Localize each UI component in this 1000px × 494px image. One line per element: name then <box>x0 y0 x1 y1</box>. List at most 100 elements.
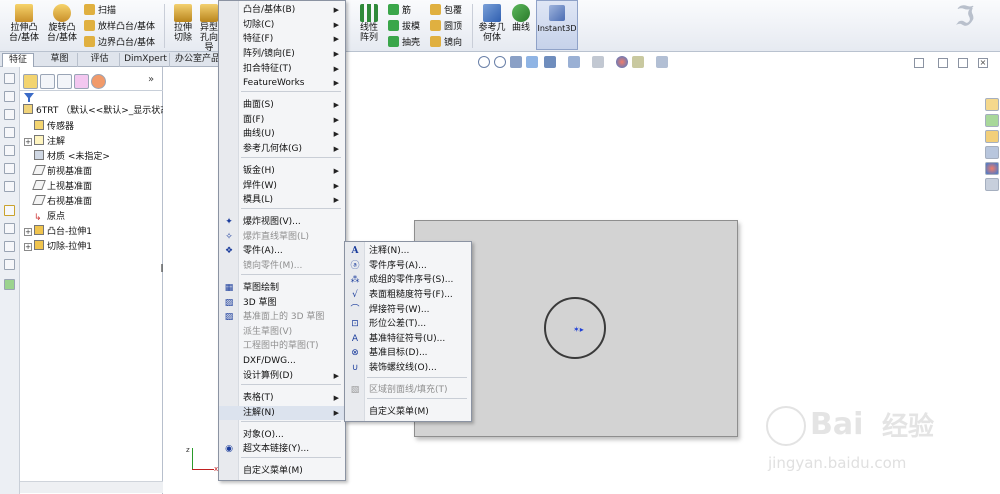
feature-manager-icon[interactable] <box>23 74 38 89</box>
tree-item-annotations[interactable]: + 注解 <box>24 135 65 150</box>
custom-properties-icon[interactable] <box>985 178 999 191</box>
tab-evaluate[interactable]: 评估 <box>80 53 120 67</box>
insert-menu-item[interactable]: ✧ 爆炸直线草图(L) <box>219 230 345 244</box>
annotation-menu-item[interactable]: ∪ 装饰螺纹线(O)... <box>345 361 471 375</box>
view-icon[interactable] <box>4 73 15 84</box>
annotation-menu-item[interactable]: ⓐ 零件序号(A)... <box>345 259 471 273</box>
zoom-area-icon[interactable] <box>494 56 506 68</box>
insert-menu-item[interactable]: 设计算例(D) ▶ <box>219 369 345 383</box>
view-icon[interactable] <box>4 181 15 192</box>
revolve-boss-button[interactable]: 旋转凸台/基体 <box>44 4 80 43</box>
design-library-icon[interactable] <box>985 114 999 127</box>
annotation-menu-item[interactable]: A 注释(N)... <box>345 244 471 258</box>
cut-extrude-button[interactable]: 拉伸切除 <box>168 4 198 43</box>
insert-menu-item[interactable]: ▨ 基准面上的 3D 草图 <box>219 310 345 324</box>
sweep-button[interactable]: 扫描 <box>84 4 116 17</box>
tree-horizontal-scrollbar[interactable] <box>20 481 163 493</box>
insert-menu-item[interactable]: 表格(T) ▶ <box>219 391 345 405</box>
curves-button[interactable]: 曲线 <box>508 4 534 33</box>
view-icon[interactable] <box>4 109 15 120</box>
appearances-icon[interactable] <box>985 162 999 175</box>
sketch-icon[interactable] <box>4 259 15 270</box>
view-orientation-icon[interactable] <box>544 56 556 68</box>
view-icon[interactable] <box>4 145 15 156</box>
draft-button[interactable]: 拔模 <box>388 20 420 33</box>
insert-menu-item[interactable]: 参考几何体(G) ▶ <box>219 142 345 156</box>
view-palette-icon[interactable] <box>985 146 999 159</box>
hide-show-icon[interactable] <box>592 56 604 68</box>
loft-boss-button[interactable]: 放样凸台/基体 <box>84 20 155 33</box>
previous-view-icon[interactable] <box>510 56 522 68</box>
section-view-icon[interactable] <box>526 56 538 68</box>
insert-menu-item[interactable]: 切除(C) ▶ <box>219 18 345 32</box>
sketch-icon[interactable] <box>4 223 15 234</box>
insert-menu-item[interactable]: 镜向零件(M)... <box>219 259 345 273</box>
tree-item-sensors[interactable]: 传感器 <box>24 120 74 135</box>
insert-menu-item[interactable]: ◉ 超文本链接(Y)... <box>219 442 345 456</box>
sketch-icon[interactable] <box>4 241 15 252</box>
insert-menu-item[interactable]: ✦ 爆炸视图(V)... <box>219 215 345 229</box>
reference-geometry-button[interactable]: 参考几何体 <box>476 4 508 43</box>
annotation-menu-item[interactable]: √ 表面粗糙度符号(F)... <box>345 288 471 302</box>
view-icon[interactable] <box>4 163 15 174</box>
annotation-menu-item[interactable]: ⊡ 形位公差(T)... <box>345 317 471 331</box>
tree-root-part[interactable]: 6TRT （默认<<默认>_显示状态 <box>23 104 163 119</box>
expand-icon[interactable]: + <box>24 138 32 146</box>
annotation-menu-item[interactable]: ▧ 区域剖面线/填充(T) <box>345 383 471 397</box>
close-icon[interactable]: × <box>978 58 988 68</box>
view-settings-icon[interactable] <box>656 56 668 68</box>
boundary-boss-button[interactable]: 边界凸台/基体 <box>84 36 155 49</box>
tree-item-cut-extrude1[interactable]: + 切除-拉伸1 <box>24 240 92 255</box>
file-explorer-icon[interactable] <box>985 130 999 143</box>
panel-splitter-handle[interactable]: ‖ <box>160 263 166 279</box>
insert-menu-item[interactable]: 面(F) ▶ <box>219 113 345 127</box>
tab-dimxpert[interactable]: DimXpert <box>122 53 170 67</box>
appearance-icon[interactable] <box>616 56 628 68</box>
insert-menu-item[interactable]: DXF/DWG... <box>219 354 345 368</box>
insert-menu-item[interactable]: 特征(F) ▶ <box>219 32 345 46</box>
annotation-menu-item[interactable]: ⁂ 成组的零件序号(S)... <box>345 273 471 287</box>
insert-menu-item[interactable]: 工程图中的草图(T) <box>219 339 345 353</box>
insert-menu-item[interactable]: 自定义菜单(M) <box>219 464 345 478</box>
tab-features[interactable]: 特征 <box>2 53 34 67</box>
insert-menu-item[interactable]: 派生草图(V) <box>219 325 345 339</box>
insert-menu-item[interactable]: ▨ 3D 草图 <box>219 296 345 310</box>
insert-menu-item[interactable]: 扣合特征(T) ▶ <box>219 62 345 76</box>
tree-item-material[interactable]: 材质 <未指定> <box>24 150 110 165</box>
zoom-to-fit-icon[interactable] <box>478 56 490 68</box>
property-manager-icon[interactable] <box>40 74 55 89</box>
tree-item-boss-extrude1[interactable]: + 凸台-拉伸1 <box>24 225 92 240</box>
linear-pattern-button[interactable]: 线性阵列 <box>354 4 384 43</box>
insert-menu-item[interactable]: 凸台/基体(B) ▶ <box>219 3 345 17</box>
rib-button[interactable]: 筋 <box>388 4 411 17</box>
mirror-button[interactable]: 镜向 <box>430 36 462 49</box>
restore-icon[interactable] <box>958 58 968 68</box>
instant3d-button[interactable]: Instant3D <box>536 0 578 50</box>
expand-icon[interactable]: + <box>24 243 32 251</box>
insert-menu-item[interactable]: ❖ 零件(A)... <box>219 244 345 258</box>
annotation-menu-item[interactable]: ⊗ 基准目标(D)... <box>345 346 471 360</box>
scene-icon[interactable] <box>632 56 644 68</box>
boss-extrude-button[interactable]: 拉伸凸台/基体 <box>4 4 44 43</box>
wrap-button[interactable]: 包覆 <box>430 4 462 17</box>
tree-item-top-plane[interactable]: 上视基准面 <box>24 180 92 195</box>
feature-icon[interactable] <box>4 279 15 290</box>
configuration-manager-icon[interactable] <box>57 74 72 89</box>
insert-menu-item[interactable]: 钣金(H) ▶ <box>219 164 345 178</box>
filter-icon[interactable] <box>24 93 34 102</box>
display-manager-icon[interactable] <box>91 74 106 89</box>
tree-item-right-plane[interactable]: 右视基准面 <box>24 195 92 210</box>
sketch-icon[interactable] <box>4 205 15 216</box>
insert-menu-item[interactable]: ▦ 草图绘制 <box>219 281 345 295</box>
insert-menu-item[interactable]: 模具(L) ▶ <box>219 193 345 207</box>
tab-sketch[interactable]: 草图 <box>42 53 78 67</box>
insert-menu-item[interactable]: 阵列/镜向(E) ▶ <box>219 47 345 61</box>
dimxpert-manager-icon[interactable] <box>74 74 89 89</box>
tile-icon[interactable] <box>914 58 924 68</box>
minimize-icon[interactable] <box>938 58 948 68</box>
tree-item-front-plane[interactable]: 前视基准面 <box>24 165 92 180</box>
view-icon[interactable] <box>4 91 15 102</box>
insert-menu-item[interactable]: 焊件(W) ▶ <box>219 179 345 193</box>
insert-menu-item[interactable]: 注解(N) ▶ <box>219 406 345 420</box>
annotation-menu-item[interactable]: ⌒ 焊接符号(W)... <box>345 303 471 317</box>
